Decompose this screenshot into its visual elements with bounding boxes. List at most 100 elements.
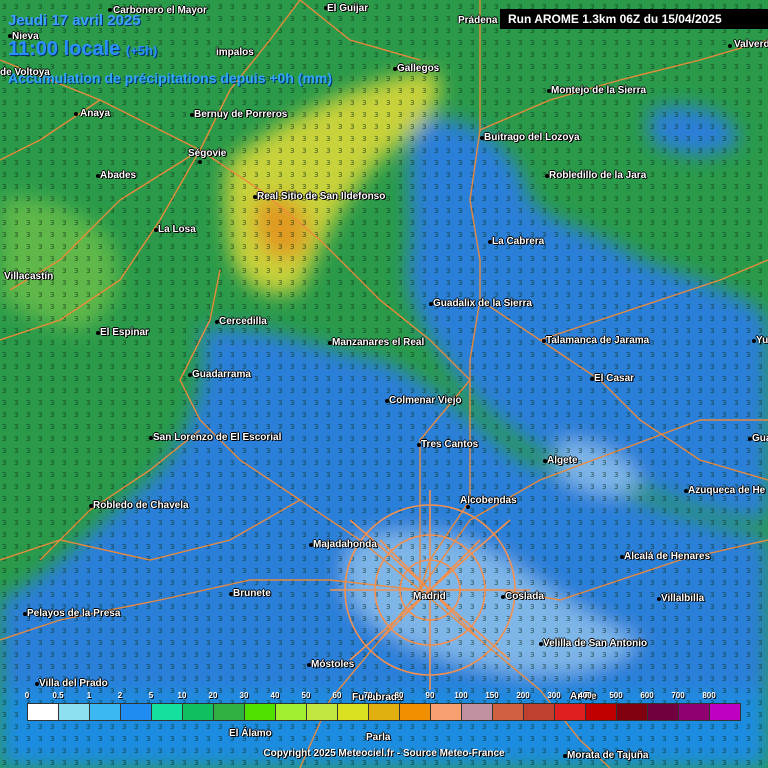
city-label: Guadalix de la Sierra (433, 298, 532, 309)
legend-color-cell (399, 703, 431, 721)
city-label: Coslada (505, 591, 544, 602)
legend-tick-label: 5 (148, 691, 154, 700)
legend-tick-label: 600 (640, 691, 654, 700)
city-label: Gua (752, 433, 768, 444)
city-marker (74, 112, 78, 116)
city-label: Real Sitio de San Ildefonso (257, 191, 386, 202)
city-label: Nieva (12, 31, 39, 42)
legend-color-cell (461, 703, 493, 721)
legend-tick-label: 150 (485, 691, 499, 700)
city-label: Villalbilla (661, 593, 705, 604)
city-label: Yu (756, 335, 768, 346)
legend-tick-label: 80 (394, 691, 404, 700)
legend-color-cell (678, 703, 710, 721)
run-banner: Run AROME 1.3km 06Z du 15/04/2025 (500, 9, 768, 29)
city-label: Azuqueca de He (688, 485, 766, 496)
legend-color-cell (585, 703, 617, 721)
map-canvas: 3 (0, 0, 768, 768)
city-label: Guadarrama (192, 369, 251, 380)
city-label: Móstoles (311, 659, 355, 670)
legend-color-cell (337, 703, 369, 721)
city-label: Ségovie (188, 148, 227, 159)
precipitation-map: 3 (0, 0, 768, 768)
city-label: Talamanca de Jarama (546, 335, 650, 346)
city-label: Majadahonda (313, 539, 377, 550)
legend-color-cell (492, 703, 524, 721)
legend-color-cell (709, 703, 741, 721)
city-label: Colmenar Viejo (389, 395, 462, 406)
city-marker (198, 160, 202, 164)
city-label: Abades (100, 170, 137, 181)
city-label: El Álamo (229, 728, 272, 739)
city-label: Prádena (458, 15, 498, 26)
legend-color-cell (182, 703, 214, 721)
city-label: Bernuy de Porreros (194, 109, 288, 120)
city-label: Parla (366, 732, 391, 743)
value-grid (0, 0, 768, 768)
legend-tick-label: 200 (516, 691, 530, 700)
legend-color-cell (616, 703, 648, 721)
legend-color-cell (120, 703, 152, 721)
city-label: Alcalá de Henares (624, 551, 711, 562)
city-label: El Espinar (100, 327, 149, 338)
city-label: Robledillo de la Jara (549, 170, 647, 181)
legend-tick-label: 10 (177, 691, 187, 700)
legend-tick-label: 0.5 (52, 691, 64, 700)
legend-tick-label: 70 (363, 691, 373, 700)
city-label: El Guijar (327, 3, 369, 14)
city-label: Buitrago del Lozoya (484, 132, 580, 143)
city-label: de Voltoya (0, 67, 50, 78)
legend-color-cell (430, 703, 462, 721)
city-label: La Cabrera (492, 236, 545, 247)
city-label: Robledo de Chavela (93, 500, 189, 511)
city-label: Tres Cantos (421, 439, 479, 450)
legend-tick-label: 700 (671, 691, 685, 700)
legend-color-cell (244, 703, 276, 721)
city-label: Anaya (80, 108, 111, 119)
legend-tick-label: 2 (117, 691, 123, 700)
legend-color-cell (554, 703, 586, 721)
legend-tick-label: 400 (578, 691, 592, 700)
precipitation-legend: 0 0.5 1 2 5 10 20 30 40 50 60 70 80 90 100 150 200 300 400… (24, 691, 742, 725)
legend-color-cell (89, 703, 121, 721)
city-label: San Lorenzo de El Escorial (153, 432, 282, 443)
legend-color-cell (368, 703, 400, 721)
legend-color-cell (275, 703, 307, 721)
city-label: Cercedilla (219, 316, 267, 327)
legend-tick-label: 40 (270, 691, 280, 700)
city-label: Madrid (413, 591, 446, 602)
legend-color-cell (523, 703, 555, 721)
city-label: Villa del Prado (39, 678, 108, 689)
legend-tick-label: 800 (702, 691, 716, 700)
city-label: Valverde (734, 39, 768, 50)
legend-tick-label: 20 (208, 691, 218, 700)
city-label: Carbonero el Mayor (113, 5, 207, 16)
legend-tick-label: 100 (454, 691, 468, 700)
legend-tick-label: 300 (547, 691, 561, 700)
legend-color-cell (27, 703, 59, 721)
city-label: Gallegos (397, 63, 440, 74)
copyright: Copyright 2025 Meteociel.fr - Source Met… (263, 748, 505, 759)
legend-color-cell (58, 703, 90, 721)
legend-tick-label: 1 (86, 691, 92, 700)
legend-tick-label: 500 (609, 691, 623, 700)
forecast-offset: (+5h) (125, 43, 158, 58)
legend-tick-label: 50 (301, 691, 311, 700)
city-label: Manzanares el Real (332, 337, 425, 348)
city-marker (728, 44, 732, 48)
legend-color-cell (213, 703, 245, 721)
city-label: Brunete (233, 588, 271, 599)
legend-tick-label: 30 (239, 691, 249, 700)
city-label: El Casar (594, 373, 635, 384)
city-label: Montejo de la Sierra (551, 85, 647, 96)
legend-tick-label: 0 (24, 691, 30, 700)
legend-color-cell (306, 703, 338, 721)
legend-tick-label: 60 (332, 691, 342, 700)
city-label: Alcobendas (460, 495, 517, 506)
legend-color-cell (151, 703, 183, 721)
city-label: Velilla de San Antonio (543, 638, 648, 649)
legend-color-cell (647, 703, 679, 721)
city-label: Algete (547, 455, 578, 466)
legend-tick-label: 90 (425, 691, 435, 700)
city-label: Villacastín (4, 271, 54, 282)
